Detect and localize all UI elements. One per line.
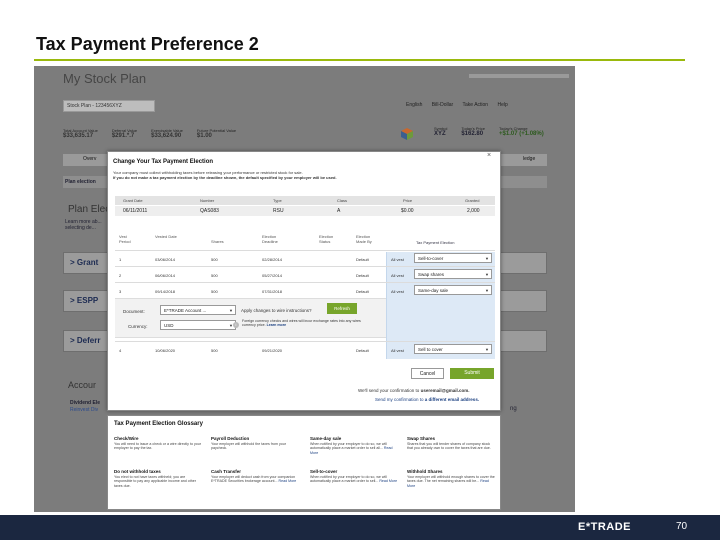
glossary-item: Same-day sale When notified by your emplo… — [310, 436, 393, 455]
grant-table-row: 06/11/2011 QAS083 RSU A $0.00 2,000 — [115, 206, 495, 216]
modal-description: Your company must collect withholding ta… — [113, 170, 337, 180]
info-icon[interactable]: i — [233, 322, 239, 328]
slide-title: Tax Payment Preference 2 — [36, 34, 259, 54]
page-number: 70 — [676, 521, 688, 532]
value-future: Future Potential Value $1.00 — [196, 128, 237, 139]
glossary-item: Do not withhold taxes You elect to not ha… — [114, 469, 196, 488]
top-link-help[interactable]: Help — [497, 102, 507, 108]
glossary-item: Payroll Deduction Your employer will with… — [211, 436, 286, 451]
plan-title: My Stock Plan — [63, 71, 147, 86]
glossary-item: Sell-to-cover When notified by your emplo… — [310, 469, 398, 484]
refresh-button[interactable]: Refresh — [327, 303, 357, 314]
confirmation-email: useremail@gmail.com. — [420, 388, 470, 393]
top-link-language[interactable]: English — [406, 102, 422, 108]
alt-email-link[interactable]: a different email address. — [425, 397, 479, 402]
top-link-currency[interactable]: Bill-Dollar — [432, 102, 453, 108]
election-select-2[interactable]: Swap shares ▼ — [414, 269, 492, 279]
chevron-down-icon: ▼ — [229, 308, 233, 313]
read-more-link[interactable]: Read More — [279, 479, 297, 483]
glossary-item: Swap Shares Shares that you will tender s… — [407, 436, 491, 451]
cube-logo-icon — [401, 128, 413, 140]
section-heading: Plan Elec — [68, 204, 111, 215]
ticker-price: Today's Price $162.80 — [461, 126, 486, 137]
learn-more-link[interactable]: Learn more — [267, 323, 287, 327]
plan-election-label: Plan election — [65, 179, 96, 185]
slide-footer: E*TRADE 70 — [0, 515, 720, 540]
close-icon[interactable]: × — [487, 152, 491, 159]
election-select-3[interactable]: Same-day sale ▼ — [414, 285, 492, 295]
document-label: Document: — [123, 309, 145, 314]
section-desc: Learn more ab... selecting de... — [65, 219, 102, 231]
chevron-down-icon: ▼ — [485, 288, 489, 293]
tab-overview[interactable]: Overv — [83, 156, 96, 162]
glossary-panel — [107, 415, 501, 510]
currency-label: Currency: — [128, 324, 148, 329]
glossary-item: Check/Wire You will need to issue a check… — [114, 436, 201, 451]
dividend-line-2[interactable]: Reinvest Div — [70, 407, 98, 413]
top-link-take-action[interactable]: Take Action — [463, 102, 489, 108]
section-espp-label: > ESPP — [70, 296, 99, 305]
grant-table-header: Grant Date Number Type Class Price Grant… — [115, 196, 495, 205]
account-values: Total Account Value $33,635.17 Deferral V… — [63, 128, 236, 139]
chevron-down-icon: ▼ — [485, 272, 489, 277]
value-total: Total Account Value $33,635.17 — [63, 128, 98, 139]
election-select-4[interactable]: Sell to cover ▼ — [414, 344, 492, 354]
dividend-line-1: Dividend Ele — [70, 400, 101, 406]
chevron-down-icon: ▼ — [485, 256, 489, 261]
document-select[interactable]: E*TRADE Account ... ▼ — [160, 305, 236, 315]
cancel-button[interactable]: Cancel — [411, 368, 444, 379]
election-select-1[interactable]: Sell-to-cover ▼ — [414, 253, 492, 263]
submit-button[interactable]: Submit — [450, 368, 494, 379]
tab-knowledge[interactable]: ledge — [523, 156, 535, 162]
value-exercisable: Exercisable Value $33,624.90 — [151, 128, 183, 139]
title-rule — [34, 59, 685, 61]
modal-title: Change Your Tax Payment Election — [113, 159, 214, 165]
confirmation-text: We'll send your confirmation to useremai… — [358, 388, 470, 393]
chevron-down-icon: ▼ — [485, 347, 489, 352]
read-more-link[interactable]: Read More — [379, 479, 397, 483]
currency-select[interactable]: USD ▼ — [160, 320, 236, 330]
alt-email-text: Send my confirmation to a different emai… — [375, 397, 480, 402]
section-grant-label: > Grant — [70, 258, 99, 267]
glossary-title: Tax Payment Election Glossary — [114, 421, 203, 427]
ticker-symbol: Symbol XYZ — [434, 126, 448, 137]
plan-select[interactable]: Stock Plan - 123456XYZ — [63, 100, 155, 112]
value-deferral: Deferral Value $291.*.7 — [111, 128, 138, 139]
glossary-item: Withhold Shares Your employer will withho… — [407, 469, 495, 488]
apply-changes-label: Apply changes to wire instructions? — [241, 308, 312, 313]
ticker-info: Symbol XYZ Today's Price $162.80 Today's C… — [434, 126, 544, 137]
section-deferral-label: > Deferr — [70, 336, 101, 345]
side-note: ng — [510, 406, 517, 412]
plan-meta-bar — [469, 74, 569, 78]
glossary-item: Cash Transfer Your employer will deduct c… — [211, 469, 297, 484]
top-links: English Bill-Dollar Take Action Help — [406, 102, 516, 108]
account-heading: Accour — [68, 380, 97, 390]
tax-election-header: Tax Payment Election — [416, 240, 455, 245]
currency-consent-text: Foreign currency checks and wires will i… — [242, 319, 361, 328]
etrade-logo: E*TRADE — [578, 521, 632, 533]
ticker-change: Today's Change +$1.07 (+1.08%) — [499, 126, 544, 137]
